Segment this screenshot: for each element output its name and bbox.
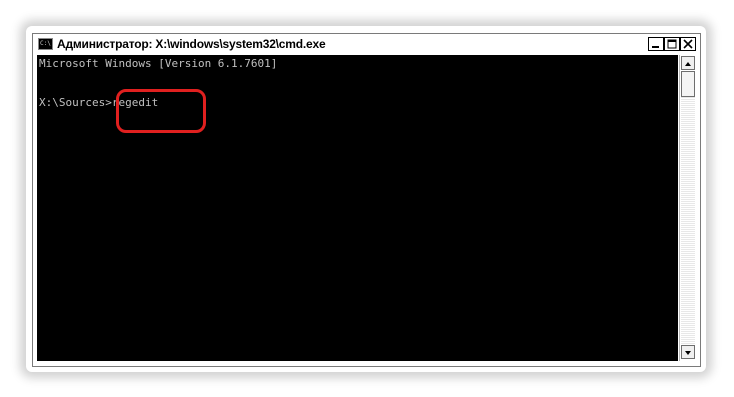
- cmd-window: C:\ Администратор: X:\windows\system32\c…: [32, 33, 701, 367]
- vertical-scrollbar[interactable]: [679, 55, 696, 361]
- console-line: Microsoft Windows [Version 6.1.7601]: [39, 57, 278, 70]
- cmd-icon[interactable]: C:\: [38, 38, 53, 50]
- window-title: Администратор: X:\windows\system32\cmd.e…: [57, 37, 326, 51]
- close-button[interactable]: [680, 37, 696, 51]
- arrow-down-icon: [685, 351, 691, 355]
- close-icon: [683, 39, 693, 49]
- scroll-up-button[interactable]: [681, 56, 695, 70]
- arrow-up-icon: [685, 62, 691, 66]
- maximize-button[interactable]: [664, 37, 680, 51]
- console-output[interactable]: Microsoft Windows [Version 6.1.7601] X:\…: [37, 55, 678, 361]
- minimize-button[interactable]: [648, 37, 664, 51]
- scroll-down-button[interactable]: [681, 345, 695, 359]
- scrollbar-track[interactable]: [681, 97, 695, 345]
- minimize-icon: [652, 46, 659, 48]
- screenshot-stage: C:\ Администратор: X:\windows\system32\c…: [0, 0, 734, 397]
- scrollbar-thumb[interactable]: [681, 71, 695, 97]
- maximize-icon: [667, 39, 677, 49]
- red-highlight-box: [116, 89, 206, 133]
- title-bar[interactable]: C:\ Администратор: X:\windows\system32\c…: [33, 34, 700, 54]
